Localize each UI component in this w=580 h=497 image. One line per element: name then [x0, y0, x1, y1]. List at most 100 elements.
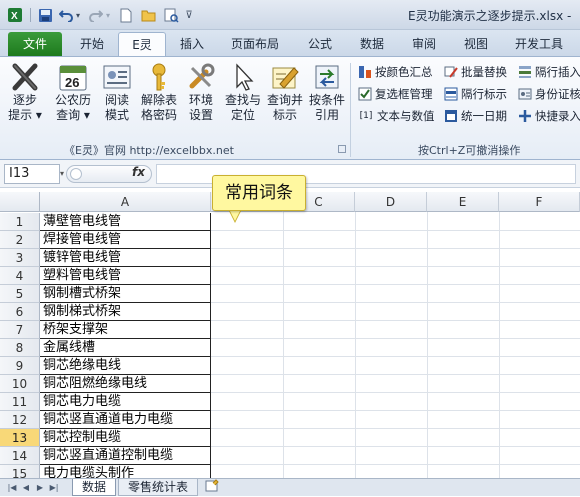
- quick-entry-icon: [518, 109, 532, 123]
- row-header[interactable]: 11: [0, 393, 40, 411]
- sheet-tab-retail-stats[interactable]: 零售统计表: [118, 479, 198, 496]
- row-header[interactable]: 5: [0, 285, 40, 303]
- toolbar-divider: [28, 7, 32, 23]
- tab-data[interactable]: 数据: [348, 32, 396, 56]
- common-terms-callout[interactable]: 常用词条: [212, 175, 306, 211]
- excel-app-icon[interactable]: X: [6, 7, 24, 23]
- calendar-query-button[interactable]: 26 公农历 查询 ▾: [52, 61, 94, 135]
- row-header[interactable]: 14: [0, 447, 40, 465]
- row-header[interactable]: 12: [0, 411, 40, 429]
- row-header[interactable]: 15: [0, 465, 40, 478]
- cell-a[interactable]: 焊接管电线管: [40, 231, 211, 249]
- column-header-f[interactable]: F: [499, 192, 580, 212]
- row-header[interactable]: 7: [0, 321, 40, 339]
- grid-line: [211, 266, 580, 267]
- cell-a[interactable]: 塑料管电线管: [40, 267, 211, 285]
- sheet-tab-data[interactable]: 数据: [72, 479, 116, 496]
- grid-line: [499, 212, 500, 478]
- tab-insert[interactable]: 插入: [168, 32, 216, 56]
- redo-dropdown-icon[interactable]: ▾: [104, 7, 112, 23]
- reading-mode-button[interactable]: 阅读 模式: [98, 61, 136, 135]
- reader-card-icon: [102, 61, 132, 93]
- column-header-e[interactable]: E: [427, 192, 499, 212]
- tab-formulas[interactable]: 公式: [296, 32, 344, 56]
- tab-developer[interactable]: 开发工具: [506, 32, 572, 56]
- row-insert-button[interactable]: 隔行插入: [518, 62, 580, 82]
- tab-page-layout[interactable]: 页面布局: [222, 32, 288, 56]
- prev-sheet-icon[interactable]: ◀: [20, 482, 32, 494]
- id-card-check-button[interactable]: 身份证核: [518, 84, 580, 104]
- find-locate-button[interactable]: 查找与 定位: [222, 61, 264, 135]
- step-hint-button[interactable]: 逐步 提示 ▾: [6, 61, 44, 135]
- insert-function-icon[interactable]: fx: [132, 165, 145, 179]
- save-icon[interactable]: [36, 7, 54, 23]
- insert-sheet-icon[interactable]: [200, 479, 224, 496]
- batch-replace-button[interactable]: 批量替换: [444, 62, 507, 82]
- customize-toolbar-icon[interactable]: ⊽: [184, 7, 194, 23]
- new-document-icon[interactable]: [118, 7, 134, 23]
- color-sum-button[interactable]: 按颜色汇总: [358, 62, 433, 82]
- redo-icon[interactable]: [88, 7, 104, 23]
- cell-a[interactable]: 镀锌管电线管: [40, 249, 211, 267]
- cell-a[interactable]: 电力电缆头制作: [40, 465, 211, 478]
- cell-a[interactable]: 铜芯竖直通道电力电缆: [40, 411, 211, 429]
- group-expand-icon[interactable]: [338, 145, 346, 153]
- column-header-a[interactable]: A: [40, 192, 211, 212]
- row-header[interactable]: 8: [0, 339, 40, 357]
- row-mark-button[interactable]: 隔行标示: [444, 84, 507, 104]
- last-sheet-icon[interactable]: ▶|: [48, 482, 60, 494]
- unify-date-button[interactable]: 统一日期: [444, 106, 507, 126]
- cell-a[interactable]: 铜芯电力电缆: [40, 393, 211, 411]
- column-header-d[interactable]: D: [355, 192, 427, 212]
- tab-review[interactable]: 审阅: [400, 32, 448, 56]
- open-folder-icon[interactable]: [140, 7, 158, 23]
- row-header[interactable]: 1: [0, 213, 40, 231]
- svg-text:X: X: [11, 11, 18, 22]
- row-header[interactable]: 10: [0, 375, 40, 393]
- group-label-website: 《E灵》官网 http://excelbbx.net: [64, 144, 234, 157]
- cell-a[interactable]: 铜芯控制电缆: [40, 429, 211, 447]
- row-header[interactable]: 4: [0, 267, 40, 285]
- row-header[interactable]: 6: [0, 303, 40, 321]
- name-box[interactable]: I13: [4, 164, 60, 184]
- cell-a[interactable]: 金属线槽: [40, 339, 211, 357]
- cell-a[interactable]: 铜芯阻燃绝缘电线: [40, 375, 211, 393]
- print-preview-icon[interactable]: [162, 7, 180, 23]
- undo-icon[interactable]: [58, 7, 74, 23]
- cell-a[interactable]: 铜芯竖直通道控制电缆: [40, 447, 211, 465]
- checkbox-manager-button[interactable]: 复选框管理: [358, 84, 433, 104]
- cell-a[interactable]: 桥架支撑架: [40, 321, 211, 339]
- grid-line: [355, 212, 356, 478]
- cell-a[interactable]: 钢制梯式桥架: [40, 303, 211, 321]
- tab-home[interactable]: 开始: [68, 32, 116, 56]
- environment-settings-button[interactable]: 环境 设置: [182, 61, 220, 135]
- remove-sheet-password-button[interactable]: 解除表 格密码: [138, 61, 180, 135]
- next-sheet-icon[interactable]: ▶: [34, 482, 46, 494]
- batch-replace-icon: [444, 65, 458, 79]
- undo-dropdown-icon[interactable]: ▾: [74, 7, 82, 23]
- quick-entry-button[interactable]: 快捷录入: [518, 106, 580, 126]
- ribbon-group-separator: [350, 63, 351, 157]
- text-number-icon: [1]: [359, 111, 373, 121]
- cell-a[interactable]: 薄壁管电线管: [40, 213, 211, 231]
- row-header[interactable]: 2: [0, 231, 40, 249]
- tab-eling[interactable]: E灵: [118, 32, 166, 56]
- key-icon: [144, 61, 174, 93]
- sheet-tab-bar: |◀ ◀ ▶ ▶| 数据 零售统计表: [0, 478, 580, 496]
- row-header[interactable]: 13: [0, 429, 40, 447]
- grid-line: [211, 230, 580, 231]
- tab-file[interactable]: 文件: [8, 32, 62, 56]
- first-sheet-icon[interactable]: |◀: [6, 482, 18, 494]
- tab-view[interactable]: 视图: [452, 32, 500, 56]
- grid-line: [211, 320, 580, 321]
- cell-a[interactable]: 钢制槽式桥架: [40, 285, 211, 303]
- row-header[interactable]: 9: [0, 357, 40, 375]
- text-number-button[interactable]: [1] 文本与数值: [358, 106, 435, 126]
- cell-a[interactable]: 铜芯绝缘电线: [40, 357, 211, 375]
- conditional-reference-button[interactable]: 按条件 引用: [306, 61, 348, 135]
- query-mark-button[interactable]: 查询并 标示: [264, 61, 306, 135]
- grid-line: [211, 284, 580, 285]
- row-header[interactable]: 3: [0, 249, 40, 267]
- grid-line: [211, 374, 580, 375]
- select-all-corner[interactable]: [0, 192, 40, 212]
